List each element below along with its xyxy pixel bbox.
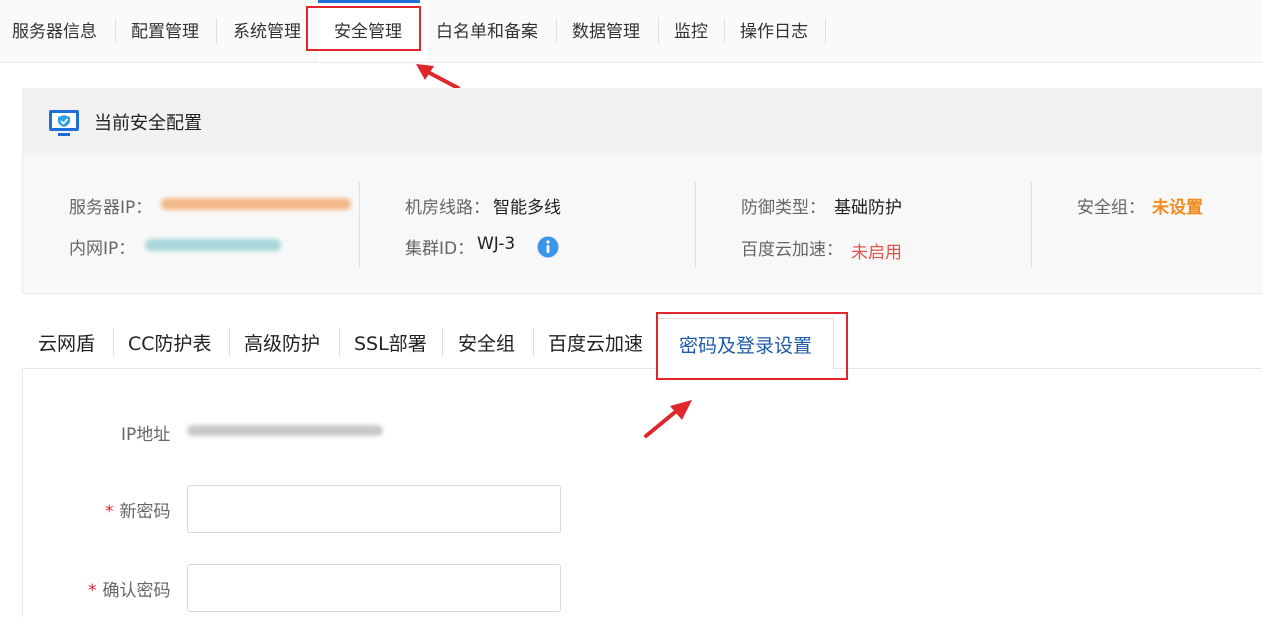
intranet-ip-value-redacted — [145, 239, 281, 251]
subtab-divider — [113, 328, 114, 356]
server-ip-value-redacted — [161, 198, 351, 210]
confirm-password-label: * 确认密码 — [88, 576, 171, 601]
tab-server-info[interactable]: 服务器信息 — [12, 14, 97, 50]
security-group-label: 安全组： — [1077, 198, 1145, 218]
subtab-cc-protection[interactable]: CC防护表 — [128, 326, 212, 362]
tab-divider — [115, 18, 116, 44]
security-group-status: 未设置 — [1152, 198, 1203, 218]
intranet-ip-label: 内网IP： — [69, 239, 136, 259]
monitor-shield-icon — [49, 110, 79, 136]
confirm-password-label-text: 确认密码 — [102, 581, 171, 601]
tab-whitelist-filing[interactable]: 白名单和备案 — [436, 14, 538, 50]
subtab-divider — [229, 328, 230, 356]
tab-operation-log[interactable]: 操作日志 — [740, 14, 808, 50]
top-nav: 服务器信息 配置管理 系统管理 安全管理 白名单和备案 数据管理 监控 操作日志 — [0, 0, 1262, 63]
subtab-ssl-deploy[interactable]: SSL部署 — [354, 326, 427, 362]
subtab-divider — [442, 328, 443, 356]
column-divider — [359, 182, 360, 268]
tab-monitor[interactable]: 监控 — [674, 14, 708, 50]
security-info-panel: 服务器IP： 内网IP： 机房线路： 智能多线 集群ID： WJ-3 防御类型：… — [22, 156, 1262, 294]
defense-type-value: 基础防护 — [834, 198, 902, 218]
new-password-label: * 新密码 — [105, 497, 171, 522]
security-subtabs: 云网盾 CC防护表 高级防护 SSL部署 安全组 百度云加速 密码及登录设置 — [22, 318, 1262, 369]
info-icon[interactable] — [537, 236, 559, 258]
tab-divider — [825, 18, 826, 44]
new-password-input[interactable] — [187, 485, 561, 533]
ip-address-label: IP地址 — [121, 425, 171, 445]
confirm-password-input[interactable] — [187, 564, 561, 612]
tab-system-management[interactable]: 系统管理 — [233, 14, 301, 50]
cluster-id-value: WJ-3 — [477, 234, 516, 254]
subtab-baidu-accel[interactable]: 百度云加速 — [548, 326, 643, 362]
tab-divider — [658, 18, 659, 44]
subtab-security-group[interactable]: 安全组 — [458, 326, 515, 362]
section-title: 当前安全配置 — [94, 113, 202, 134]
tab-divider — [724, 18, 725, 44]
password-form: IP地址 * 新密码 * 确认密码 — [22, 368, 1262, 617]
defense-type-label: 防御类型： — [741, 198, 826, 218]
tab-config-management[interactable]: 配置管理 — [131, 14, 199, 50]
tab-data-management[interactable]: 数据管理 — [572, 14, 640, 50]
column-divider — [695, 182, 696, 268]
security-config-header: 当前安全配置 — [22, 88, 1262, 156]
column-divider — [1031, 182, 1032, 268]
subtab-divider — [533, 328, 534, 356]
tab-divider — [556, 18, 557, 44]
baidu-accel-status: 未启用 — [851, 243, 902, 263]
new-password-label-text: 新密码 — [119, 502, 171, 522]
baidu-accel-label: 百度云加速： — [741, 240, 843, 260]
tab-divider — [216, 18, 217, 44]
cluster-id-label: 集群ID： — [405, 239, 475, 259]
subtab-cloud-shield[interactable]: 云网盾 — [38, 326, 95, 362]
active-tab-indicator — [318, 0, 420, 3]
line-value: 智能多线 — [493, 198, 561, 218]
ip-address-value-redacted — [187, 425, 383, 436]
highlight-box-security-tab — [306, 6, 421, 51]
line-label: 机房线路： — [405, 198, 490, 218]
subtab-divider — [339, 328, 340, 356]
required-mark: * — [105, 502, 114, 522]
required-mark: * — [88, 581, 97, 601]
server-ip-label: 服务器IP： — [69, 198, 153, 218]
subtab-advanced-protection[interactable]: 高级防护 — [244, 326, 320, 362]
